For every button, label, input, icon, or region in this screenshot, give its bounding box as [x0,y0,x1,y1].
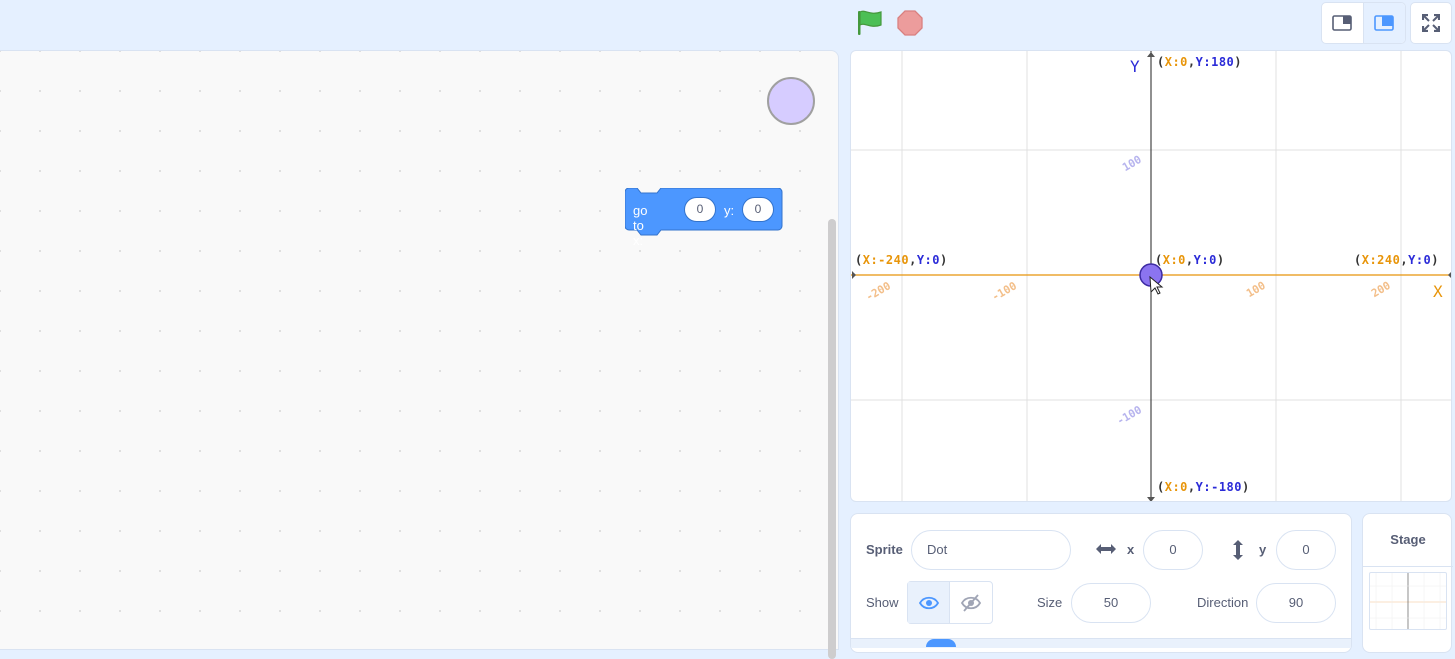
x-input[interactable]: 0 [684,197,716,222]
show-sprite-eye-icon[interactable] [908,582,951,623]
size-field[interactable]: 50 [1071,583,1151,623]
x-axis-letter: X [1433,282,1443,301]
top-coord-label: (X:0,Y:180) [1157,55,1243,69]
stage-header-bar [0,0,1455,50]
left-coord-label: (X:-240,Y:0) [855,253,948,267]
sprite-watermark [767,77,815,125]
small-stage-layout-icon[interactable] [1322,3,1364,43]
y-label: y [1259,542,1267,557]
center-coord-label: (X:0,Y:0) [1155,253,1225,267]
code-workspace[interactable]: go to x: 0 y: 0 [0,50,839,659]
stage-layout-toggle [1321,2,1406,44]
y-axis-letter: Y [1130,57,1140,76]
y-label: y: [724,203,735,218]
stage-divider [1363,566,1453,567]
green-flag-icon[interactable] [855,9,885,37]
stage-thumbnail[interactable] [1369,572,1447,630]
hide-sprite-eye-slash-icon[interactable] [950,582,992,623]
normal-stage-layout-icon[interactable] [1363,3,1405,43]
right-coord-label: (X:240,Y:0) [1354,253,1440,267]
sprite-name-field[interactable]: Dot [911,530,1071,570]
go-to-x-label: go to x: [633,203,648,248]
size-label: Size [1037,595,1063,610]
fullscreen-icon[interactable] [1410,2,1452,44]
stop-icon[interactable] [896,9,924,37]
direction-label: Direction [1197,595,1249,610]
sprite-label: Sprite [866,542,903,557]
stage-grid [851,51,1451,501]
visibility-toggle [907,581,993,624]
stage-selector-panel[interactable]: Stage [1362,513,1453,653]
sprite-list-area [851,638,1351,648]
horizontal-arrows-icon [1095,541,1117,562]
show-label: Show [866,595,899,610]
y-position-field[interactable]: 0 [1276,530,1336,570]
x-position-field[interactable]: 0 [1143,530,1203,570]
x-label: x [1127,542,1135,557]
y-input[interactable]: 0 [742,197,774,222]
bottom-coord-label: (X:0,Y:-180) [1157,480,1250,494]
stage-canvas[interactable]: Y X (X:0,Y:180) (X:0,Y:-180) (X:-240,Y:0… [850,50,1452,502]
stage-title: Stage [1390,532,1426,547]
direction-field[interactable]: 90 [1256,583,1336,623]
vertical-arrows-icon [1230,539,1246,566]
workspace-scrollbar[interactable] [828,219,836,659]
